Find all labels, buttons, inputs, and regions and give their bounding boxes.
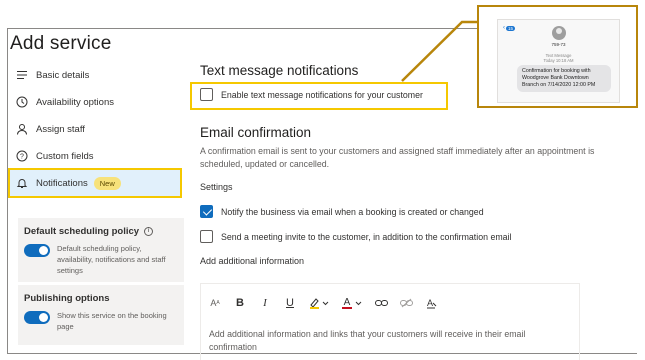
contact-avatar <box>552 26 566 40</box>
email-confirmation-heading: Email confirmation <box>200 125 312 140</box>
publishing-options-title: Publishing options <box>24 293 110 304</box>
sms-message-bubble: Confirmation for booking with Woodgrove … <box>517 65 611 92</box>
unread-count: 15 <box>506 25 516 31</box>
settings-label: Settings <box>200 182 233 192</box>
additional-info-heading: Add additional information <box>200 256 305 266</box>
notify-business-option[interactable]: Notify the business via email when a boo… <box>200 205 484 218</box>
question-icon: ? <box>16 150 28 162</box>
svg-text:?: ? <box>20 154 24 161</box>
meeting-invite-checkbox[interactable] <box>200 230 213 243</box>
page-title: Add service <box>10 33 112 54</box>
publishing-options-panel: Publishing options Show this service on … <box>18 285 184 345</box>
bell-icon <box>16 179 28 188</box>
scheduling-policy-toggle-row: Default scheduling policy, availability,… <box>24 243 176 276</box>
underline-icon[interactable]: U <box>282 295 298 311</box>
person-icon <box>17 124 27 135</box>
sidebar-item-basic-details[interactable]: Basic details <box>16 62 89 88</box>
clock-icon <box>16 96 28 108</box>
font-color-icon[interactable]: A <box>340 295 364 311</box>
new-badge: New <box>93 176 121 190</box>
sidebar-item-label: Basic details <box>36 69 90 81</box>
notify-business-label: Notify the business via email when a boo… <box>221 206 484 217</box>
list-icon <box>17 71 27 79</box>
scheduling-policy-toggle[interactable] <box>24 244 50 257</box>
sms-preview-screen: ‹ 15 759-73 Text Message Today 10:18 AM C… <box>497 19 620 103</box>
publishing-toggle[interactable] <box>24 311 50 324</box>
clear-formatting-icon[interactable]: A <box>423 295 439 311</box>
additional-info-placeholder: Add additional information and links tha… <box>209 329 526 352</box>
highlight-icon[interactable] <box>307 295 331 311</box>
contact-number: 759-73 <box>551 42 566 47</box>
text-notifications-heading: Text message notifications <box>200 63 359 78</box>
svg-text:A: A <box>344 297 351 308</box>
sidebar-item-notifications[interactable]: Notifications New <box>16 170 121 196</box>
email-confirmation-description: A confirmation email is sent to your cus… <box>200 146 595 169</box>
bold-icon[interactable]: B <box>232 295 248 311</box>
scheduling-policy-title: Default scheduling policy <box>24 226 140 237</box>
link-icon[interactable] <box>373 295 389 311</box>
sidebar-item-assign-staff[interactable]: Assign staff <box>16 116 85 142</box>
additional-info-editor[interactable]: AA B I U A A Add additional information … <box>200 283 580 360</box>
message-time: Today 10:18 AM <box>543 58 574 63</box>
panel-title: Default scheduling policy i <box>24 226 176 237</box>
notify-business-checkbox[interactable] <box>200 205 213 218</box>
scheduling-policy-panel: Default scheduling policy i Default sche… <box>18 218 184 282</box>
publishing-toggle-row: Show this service on the booking page <box>24 310 176 332</box>
sidebar-item-label: Custom fields <box>36 150 94 162</box>
info-icon[interactable]: i <box>144 227 154 236</box>
svg-text:A: A <box>427 298 433 308</box>
text-notification-label: Enable text message notifications for yo… <box>221 89 423 100</box>
sidebar-item-label: Notifications <box>36 177 88 189</box>
sidebar-item-availability-options[interactable]: Availability options <box>16 89 114 115</box>
meeting-invite-option[interactable]: Send a meeting invite to the customer, i… <box>200 230 511 243</box>
text-notification-checkbox[interactable] <box>200 88 213 101</box>
meeting-invite-label: Send a meeting invite to the customer, i… <box>221 231 512 242</box>
back-icon: ‹ 15 <box>503 25 516 31</box>
font-size-icon[interactable]: AA <box>207 295 223 311</box>
unlink-icon[interactable] <box>398 295 414 311</box>
scheduling-policy-description: Default scheduling policy, availability,… <box>57 244 166 275</box>
sidebar-item-label: Assign staff <box>36 123 85 135</box>
text-notification-option[interactable]: Enable text message notifications for yo… <box>200 88 423 101</box>
sms-preview-callout: ‹ 15 759-73 Text Message Today 10:18 AM C… <box>477 5 638 108</box>
italic-icon[interactable]: I <box>257 295 273 311</box>
publishing-description: Show this service on the booking page <box>57 311 167 331</box>
editor-toolbar: AA B I U A A <box>207 294 448 312</box>
sidebar-item-label: Availability options <box>36 96 114 108</box>
sidebar-item-custom-fields[interactable]: ? Custom fields <box>16 143 94 169</box>
